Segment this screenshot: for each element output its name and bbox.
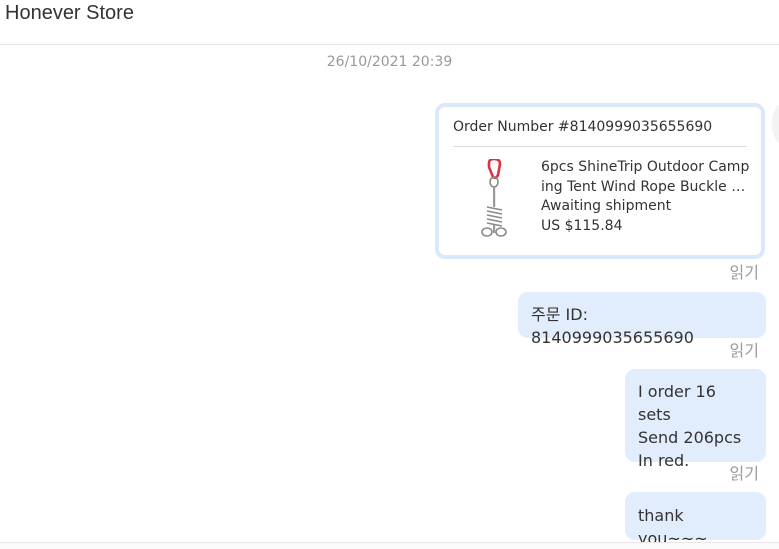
order-price: US $115.84 <box>541 217 623 234</box>
product-title[interactable]: 6pcs ShineTrip Outdoor Camping Tent Wind… <box>541 158 753 197</box>
order-status: Awaiting shipment <box>541 198 672 214</box>
product-info[interactable]: 6pcs ShineTrip Outdoor Camping Tent Wind… <box>541 158 753 236</box>
read-receipt: 읽기 <box>729 263 759 282</box>
chat-header: Honever Store <box>0 0 779 45</box>
message-timestamp: 26/10/2021 20:39 <box>326 54 453 70</box>
message-bubble-order-note: I order 16 sets Send 206pcs In red. <box>625 369 766 470</box>
avatar <box>772 104 779 144</box>
tent-stake-hook-icon[interactable] <box>475 157 515 239</box>
chat-messages[interactable]: 26/10/2021 20:39 Order Number #814099903… <box>0 46 779 542</box>
store-name[interactable]: Honever Store <box>5 2 134 25</box>
order-number[interactable]: Order Number #8140999035655690 <box>453 119 712 135</box>
read-receipt: 읽기 <box>729 464 759 483</box>
read-receipt: 읽기 <box>729 341 759 360</box>
order-card[interactable]: Order Number #8140999035655690 6pcs Shin… <box>435 103 765 259</box>
order-divider <box>453 146 747 147</box>
message-bubble-thanks: thank you~~~ <box>625 492 766 542</box>
message-bubble-order-id: 주문 ID: 8140999035655690 <box>518 292 766 347</box>
